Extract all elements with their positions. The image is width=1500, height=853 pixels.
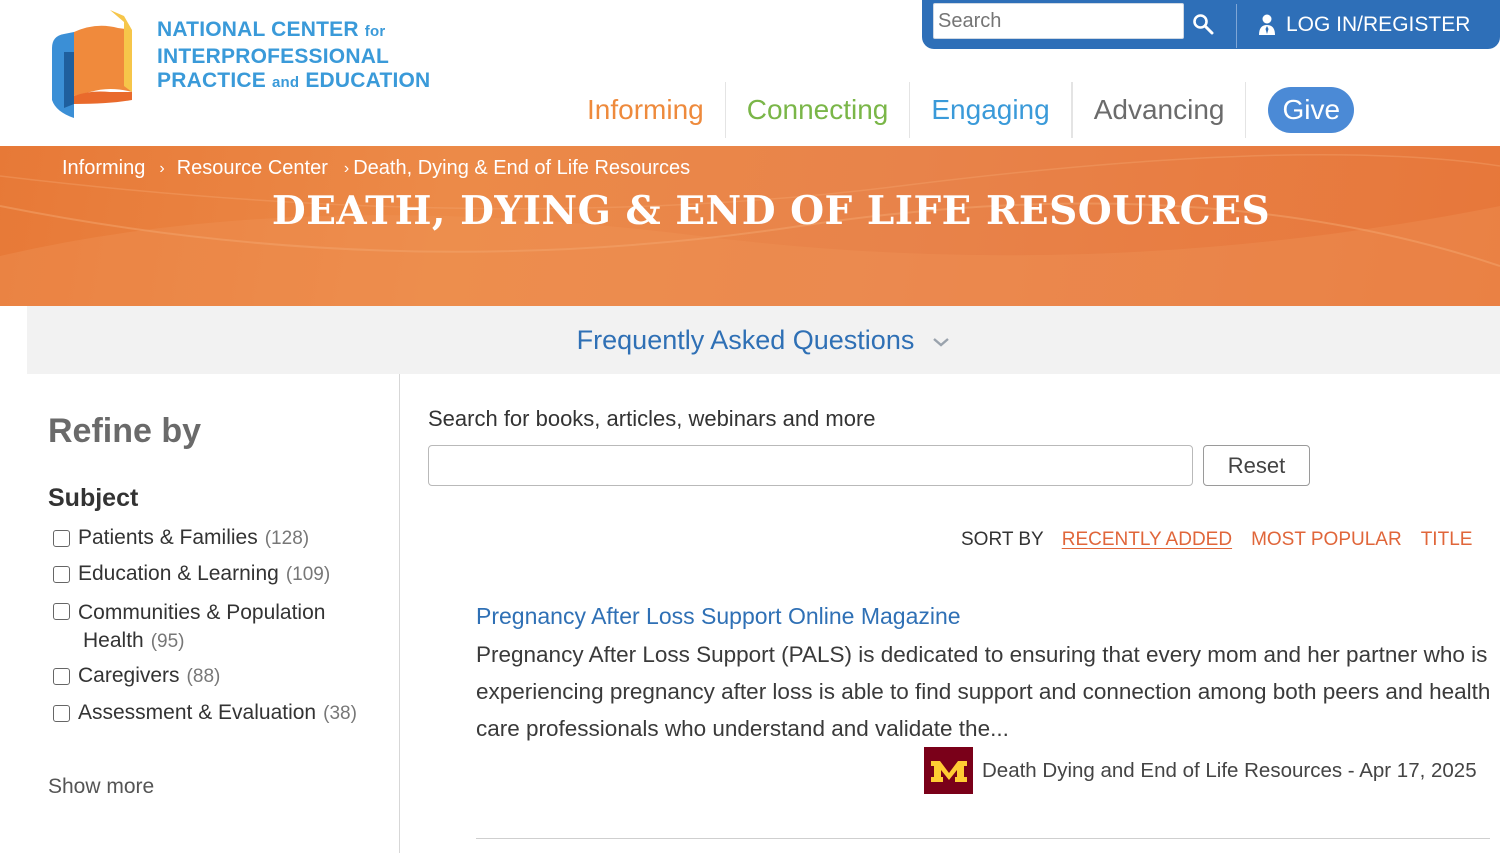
- breadcrumb-current: Death, Dying & End of Life Resources: [353, 157, 691, 179]
- logo-line1-small: for: [364, 23, 386, 40]
- result-description: Pregnancy After Loss Support (PALS) is d…: [476, 642, 1491, 741]
- result-title-link[interactable]: Pregnancy After Loss Support Online Maga…: [476, 603, 961, 630]
- facet-caregivers[interactable]: Caregivers (88): [53, 664, 220, 688]
- facet-count: (109): [285, 564, 331, 585]
- result-date: Apr 17, 2025: [1359, 758, 1477, 782]
- refine-by-heading: Refine by: [48, 412, 202, 450]
- sort-recently-added[interactable]: RECENTLY ADDED: [1062, 529, 1232, 551]
- facet-checkbox[interactable]: [53, 705, 70, 722]
- search-icon: [1193, 14, 1214, 35]
- facet-checkbox[interactable]: [53, 668, 70, 685]
- breadcrumb-resource-center[interactable]: Resource Center: [177, 157, 328, 180]
- site-logo-text[interactable]: NATIONAL CENTER for INTERPROFESSIONAL PR…: [157, 18, 430, 96]
- show-more-link[interactable]: Show more: [48, 775, 154, 799]
- facet-count: (128): [264, 528, 310, 549]
- user-icon: [1259, 14, 1275, 35]
- faq-accordion-toggle[interactable]: Frequently Asked Questions: [27, 306, 1500, 374]
- subject-heading: Subject: [48, 484, 139, 512]
- facet-education-learning[interactable]: Education & Learning (109): [53, 562, 330, 586]
- logo-line3-small: and: [272, 74, 300, 91]
- breadcrumb-informing[interactable]: Informing: [62, 157, 145, 180]
- logo-line1: NATIONAL CENTER: [157, 18, 359, 41]
- nav-informing[interactable]: Informing: [566, 82, 726, 138]
- result-source: Death Dying and End of Life Resources: [982, 758, 1343, 782]
- resource-search-label: Search for books, articles, webinars and…: [428, 406, 876, 431]
- logo-line3a: PRACTICE: [157, 69, 266, 92]
- reset-label: Reset: [1227, 452, 1286, 478]
- facet-communities-population-health[interactable]: Communities & Population Health (95): [53, 599, 325, 656]
- facet-label: Communities & Population: [78, 601, 326, 624]
- facet-label: Patients & Families: [78, 526, 258, 549]
- search-button[interactable]: [1185, 6, 1221, 42]
- main-nav: Informing Connecting Engaging Advancing …: [566, 82, 1355, 138]
- sort-most-popular[interactable]: MOST POPULAR: [1251, 529, 1402, 551]
- nav-engaging[interactable]: Engaging: [910, 82, 1072, 138]
- nav-informing-label: Informing: [587, 94, 704, 125]
- sort-bar: SORT BY RECENTLY ADDED MOST POPULAR TITL…: [961, 529, 1491, 551]
- reset-button[interactable]: Reset: [1203, 445, 1310, 486]
- sort-by-label: SORT BY: [961, 529, 1044, 550]
- sidebar-divider: [399, 374, 400, 853]
- give-label: Give: [1282, 94, 1341, 125]
- logo-line3b: EDUCATION: [305, 69, 431, 92]
- logo-line2: INTERPROFESSIONAL: [157, 44, 390, 68]
- nav-connecting[interactable]: Connecting: [726, 82, 911, 138]
- faq-label: Frequently Asked Questions: [576, 324, 915, 355]
- breadcrumb-separator: ›: [343, 159, 350, 177]
- university-m-logo-icon: [924, 747, 973, 794]
- facet-label-line2: Health: [83, 629, 144, 652]
- resource-search-input[interactable]: [428, 445, 1193, 486]
- facet-patients-families[interactable]: Patients & Families (128): [53, 526, 309, 550]
- login-label: LOG IN/REGISTER: [1286, 13, 1471, 36]
- facet-checkbox[interactable]: [53, 566, 70, 583]
- site-header: NATIONAL CENTER for INTERPROFESSIONAL PR…: [0, 0, 1500, 146]
- login-register-link[interactable]: LOG IN/REGISTER: [1258, 10, 1470, 40]
- facet-label: Assessment & Evaluation: [78, 701, 317, 724]
- nav-connecting-label: Connecting: [746, 94, 889, 125]
- utility-bar: LOG IN/REGISTER: [922, 0, 1500, 49]
- facet-checkbox[interactable]: [53, 603, 70, 620]
- facet-label: Caregivers: [78, 664, 180, 687]
- result-divider: [476, 838, 1490, 839]
- page-title: DEATH, DYING & END OF LIFE RESOURCES: [271, 188, 1271, 234]
- facet-label: Education & Learning: [78, 562, 279, 585]
- facet-count: (88): [186, 666, 221, 687]
- facet-count: (38): [323, 703, 357, 724]
- facet-assessment-evaluation[interactable]: Assessment & Evaluation (38): [53, 701, 357, 725]
- nav-advancing-label: Advancing: [1093, 94, 1225, 125]
- nav-advancing[interactable]: Advancing: [1071, 82, 1247, 138]
- sort-title[interactable]: TITLE: [1421, 529, 1473, 551]
- chevron-down-icon: [933, 338, 950, 347]
- result-meta: Death Dying and End of Life Resources - …: [924, 747, 1477, 794]
- breadcrumb: Informing › Resource Center › Death, Dyi…: [62, 157, 690, 180]
- nciph-logo-icon[interactable]: [50, 8, 140, 123]
- result-date-separator: -: [1342, 758, 1360, 782]
- facet-checkbox[interactable]: [53, 530, 70, 547]
- breadcrumb-separator: ›: [159, 159, 165, 177]
- site-search-input[interactable]: [933, 3, 1184, 39]
- nav-engaging-label: Engaging: [931, 94, 1050, 125]
- give-button[interactable]: Give: [1268, 87, 1355, 133]
- utility-divider: [1236, 4, 1237, 48]
- result-source-date: Death Dying and End of Life Resources - …: [982, 759, 1477, 783]
- facet-count: (95): [150, 631, 185, 652]
